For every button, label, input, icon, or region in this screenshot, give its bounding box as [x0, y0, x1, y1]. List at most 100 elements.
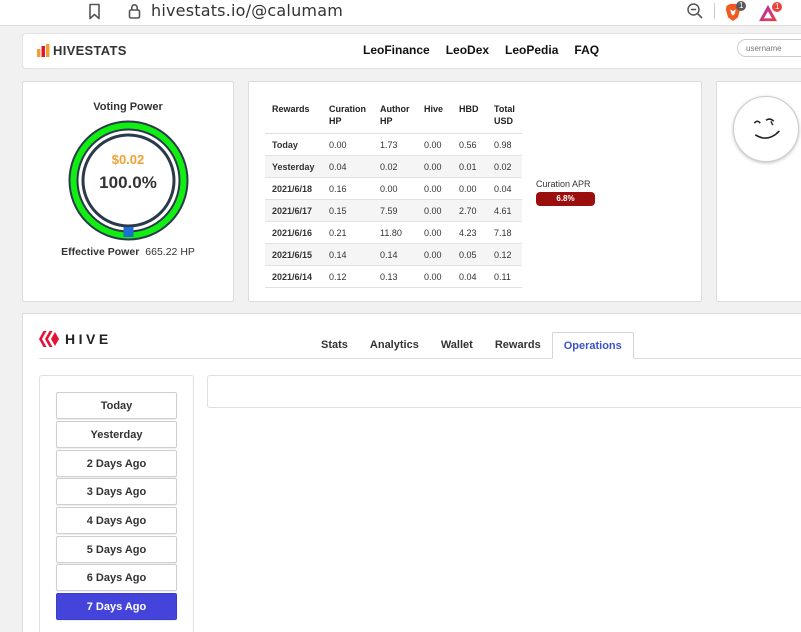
day-button-2-days-ago[interactable]: 2 Days Ago: [56, 450, 177, 477]
hivestats-logo[interactable]: HIVESTATS: [37, 42, 127, 58]
header-curation-hp-text: Curation HP: [329, 104, 366, 126]
cell-total-usd: 4.61: [487, 199, 522, 222]
voting-power-title: Voting Power: [93, 101, 163, 113]
table-row: 2021/6/17 0.15 7.59 0.00 2.70 4.61: [265, 199, 522, 222]
hivestats-logo-icon: [37, 43, 50, 57]
day-button-5-days-ago[interactable]: 5 Days Ago: [56, 536, 177, 563]
table-row: 2021/6/15 0.14 0.14 0.00 0.05 0.12: [265, 243, 522, 266]
table-row: 2021/6/18 0.16 0.00 0.00 0.00 0.04: [265, 177, 522, 200]
curation-apr-label: Curation APR: [536, 179, 591, 189]
main-nav: LeoFinance LeoDex LeoPedia FAQ: [363, 43, 599, 57]
header-total-usd: Total USD: [487, 99, 522, 134]
cell-hbd: 0.56: [452, 133, 487, 156]
browser-toolbar: hivestats.io/@calumam 1 1: [0, 0, 801, 26]
cell-curation-hp: 0.16: [322, 177, 373, 200]
cell-hbd: 0.04: [452, 265, 487, 288]
brave-rewards-button[interactable]: 1: [758, 2, 783, 22]
rewards-header-row: Rewards Curation HP Author HP Hive HBD T…: [265, 99, 522, 134]
smiley-face-icon: [753, 118, 780, 139]
bookmark-icon[interactable]: [88, 3, 101, 20]
hive-logo-text: HIVE: [65, 331, 112, 347]
cell-hive: 0.00: [417, 155, 452, 178]
table-row: 2021/6/16 0.21 11.80 0.00 4.23 7.18: [265, 221, 522, 244]
cell-curation-hp: 0.14: [322, 243, 373, 266]
tab-rewards[interactable]: Rewards: [484, 332, 552, 359]
day-button-today[interactable]: Today: [56, 392, 177, 419]
cell-curation-hp: 0.12: [322, 265, 373, 288]
row-label: 2021/6/14: [265, 265, 322, 288]
voting-power-percent: 100.0%: [99, 173, 157, 192]
cell-author-hp: 11.80: [373, 221, 417, 244]
day-button-yesterday[interactable]: Yesterday: [56, 421, 177, 448]
cell-hbd: 0.05: [452, 243, 487, 266]
cell-curation-hp: 0.21: [322, 221, 373, 244]
cell-curation-hp: 0.04: [322, 155, 373, 178]
tab-operations[interactable]: Operations: [551, 332, 634, 359]
tab-stats[interactable]: Stats: [310, 332, 359, 359]
row-label: 2021/6/15: [265, 243, 322, 266]
effective-power: Effective Power 665.22 HP: [23, 246, 233, 258]
rewards-card: Rewards Curation HP Author HP Hive HBD T…: [248, 81, 702, 302]
day-button-3-days-ago[interactable]: 3 Days Ago: [56, 478, 177, 505]
cell-total-usd: 0.98: [487, 133, 522, 156]
rewards-table: Rewards Curation HP Author HP Hive HBD T…: [265, 99, 522, 288]
cell-hive: 0.00: [417, 133, 452, 156]
cell-total-usd: 0.02: [487, 155, 522, 178]
hive-logo-icon: [39, 331, 59, 347]
zoom-out-icon[interactable]: [686, 2, 704, 20]
header-total-usd-text: Total USD: [494, 104, 515, 126]
url-text[interactable]: hivestats.io/@calumam: [151, 1, 343, 20]
brave-shields-button[interactable]: 1: [724, 1, 747, 23]
operations-list: [207, 375, 801, 408]
tab-wallet[interactable]: Wallet: [430, 332, 484, 359]
cell-hbd: 2.70: [452, 199, 487, 222]
hive-panel: HIVE Stats Analytics Wallet Rewards Oper…: [22, 313, 801, 632]
table-row: 2021/6/14 0.12 0.13 0.00 0.04 0.11: [265, 265, 522, 288]
voting-power-card: Voting Power $0.02 100.0% Effective Powe…: [22, 81, 234, 302]
cell-author-hp: 1.73: [373, 133, 417, 156]
cell-author-hp: 0.00: [373, 177, 417, 200]
day-button-6-days-ago[interactable]: 6 Days Ago: [56, 564, 177, 591]
cell-hbd: 0.01: [452, 155, 487, 178]
tab-analytics[interactable]: Analytics: [359, 332, 430, 359]
table-row: Today 0.00 1.73 0.00 0.56 0.98: [265, 133, 522, 156]
day-button-7-days-ago[interactable]: 7 Days Ago: [56, 593, 177, 620]
header-curation-hp: Curation HP: [322, 99, 373, 134]
gauge-marker: [123, 227, 134, 237]
cell-total-usd: 7.18: [487, 221, 522, 244]
voting-value-usd: $0.02: [111, 152, 145, 167]
row-label: Yesterday: [265, 155, 322, 178]
header-rewards: Rewards: [265, 99, 322, 134]
cell-author-hp: 7.59: [373, 199, 417, 222]
nav-link-leofinance[interactable]: LeoFinance: [363, 43, 430, 57]
rewards-count: 1: [772, 2, 783, 12]
cell-total-usd: 0.04: [487, 177, 522, 200]
cell-hive: 0.00: [417, 221, 452, 244]
hive-tabs: Stats Analytics Wallet Rewards Operation…: [310, 332, 634, 359]
nav-link-leodex[interactable]: LeoDex: [446, 43, 489, 57]
nav-link-faq[interactable]: FAQ: [574, 43, 599, 57]
site-header: HIVESTATS LeoFinance LeoDex LeoPedia FAQ: [22, 33, 801, 69]
cell-author-hp: 0.14: [373, 243, 417, 266]
day-selector: Today Yesterday 2 Days Ago 3 Days Ago 4 …: [39, 375, 194, 632]
effective-power-label: Effective Power: [61, 246, 140, 258]
cell-author-hp: 0.02: [373, 155, 417, 178]
day-button-4-days-ago[interactable]: 4 Days Ago: [56, 507, 177, 534]
cell-hbd: 4.23: [452, 221, 487, 244]
lock-icon[interactable]: [128, 3, 141, 19]
hive-logo: HIVE: [39, 331, 112, 347]
logo-text: HIVESTATS: [53, 42, 127, 58]
username-input[interactable]: [737, 39, 801, 57]
cell-hive: 0.00: [417, 265, 452, 288]
header-author-hp: Author HP: [373, 99, 417, 134]
cell-hive: 0.00: [417, 243, 452, 266]
header-hive: Hive: [417, 99, 452, 134]
cell-hive: 0.00: [417, 199, 452, 222]
nav-link-leopedia[interactable]: LeoPedia: [505, 43, 558, 57]
row-label: 2021/6/18: [265, 177, 322, 200]
header-author-hp-text: Author HP: [380, 104, 410, 126]
cell-author-hp: 0.13: [373, 265, 417, 288]
curation-apr-badge: 6.8%: [536, 192, 595, 206]
row-label: 2021/6/17: [265, 199, 322, 222]
avatar[interactable]: [733, 96, 799, 162]
